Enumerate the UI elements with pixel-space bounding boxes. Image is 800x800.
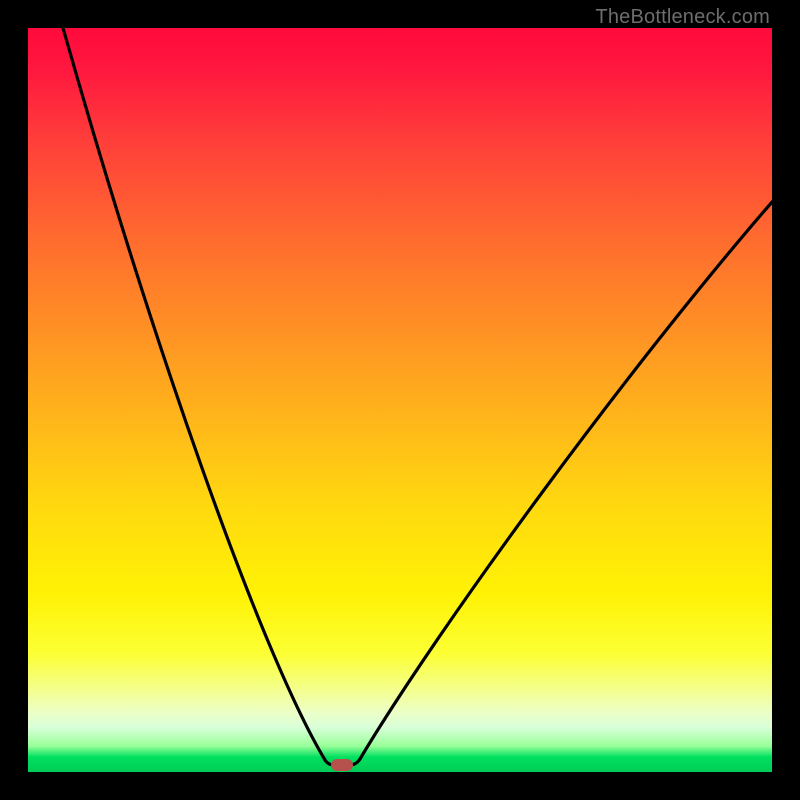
watermark-text: TheBottleneck.com [595,6,770,29]
optimal-point-marker [331,759,353,771]
chart-frame: TheBottleneck.com [0,0,800,800]
plot-area [28,28,772,772]
bottleneck-curve [28,28,772,772]
curve-path [63,28,772,765]
